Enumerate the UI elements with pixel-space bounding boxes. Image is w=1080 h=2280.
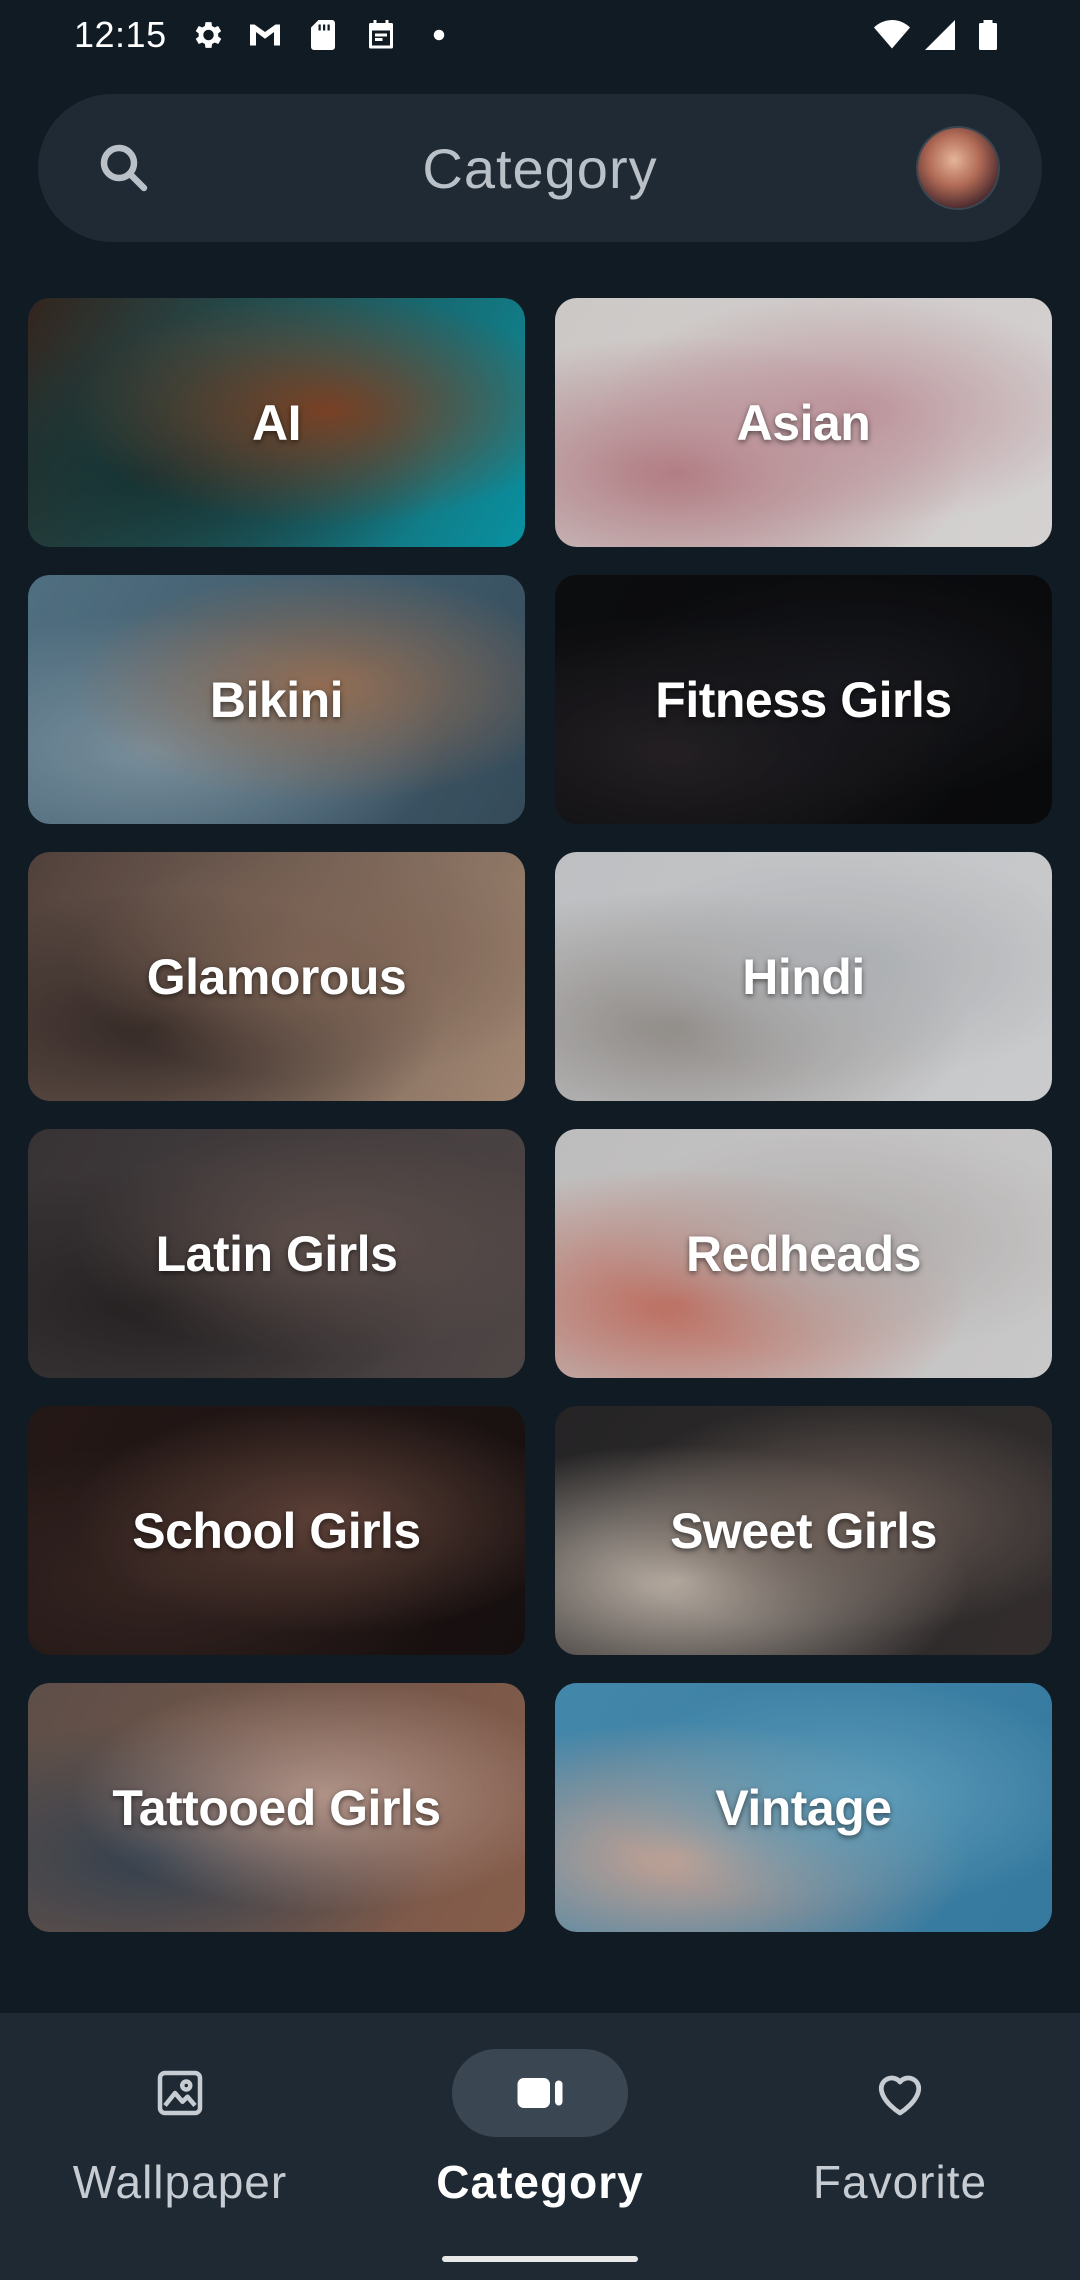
- image-icon: [157, 2070, 203, 2116]
- category-tile-ai[interactable]: AI: [28, 298, 525, 547]
- home-indicator: [442, 2256, 638, 2262]
- category-tile-fitness-girls[interactable]: Fitness Girls: [555, 575, 1052, 824]
- category-tile-asian[interactable]: Asian: [555, 298, 1052, 547]
- category-tile-school-girls[interactable]: School Girls: [28, 1406, 525, 1655]
- bottom-nav: Wallpaper Category Favorite: [0, 2013, 1080, 2280]
- nav-icon-container: [812, 2049, 988, 2137]
- wifi-icon: [874, 17, 910, 53]
- category-label: Tattooed Girls: [112, 1779, 441, 1836]
- category-label: AI: [252, 394, 302, 451]
- category-tile-hindi[interactable]: Hindi: [555, 852, 1052, 1101]
- page-title: Category: [422, 136, 658, 200]
- category-label: Sweet Girls: [670, 1502, 937, 1559]
- nav-label-category: Category: [436, 2156, 644, 2208]
- avatar[interactable]: [916, 126, 1000, 210]
- nav-label-wallpaper: Wallpaper: [72, 2156, 288, 2208]
- nav-item-category[interactable]: Category: [360, 2013, 720, 2280]
- status-icons-right: [874, 17, 1006, 53]
- category-grid: AI Asian Bikini Fitness Girls Glamorous Hindi…: [28, 298, 1052, 1932]
- sd-card-icon: [305, 17, 341, 53]
- category-tile-bikini[interactable]: Bikini: [28, 575, 525, 824]
- category-label: Latin Girls: [155, 1225, 398, 1282]
- category-tile-glamorous[interactable]: Glamorous: [28, 852, 525, 1101]
- category-tile-sweet-girls[interactable]: Sweet Girls: [555, 1406, 1052, 1655]
- category-tile-redheads[interactable]: Redheads: [555, 1129, 1052, 1378]
- search-bar[interactable]: Category: [38, 94, 1042, 242]
- category-label: Hindi: [742, 948, 865, 1005]
- dot-icon: [421, 17, 457, 53]
- nav-item-wallpaper[interactable]: Wallpaper: [0, 2013, 360, 2280]
- category-label: Fitness Girls: [655, 671, 952, 728]
- category-tile-vintage[interactable]: Vintage: [555, 1683, 1052, 1932]
- battery-icon: [970, 17, 1006, 53]
- nav-icon-container: [452, 2049, 628, 2137]
- status-bar: 12:15: [0, 0, 1080, 70]
- nav-label-favorite: Favorite: [812, 2156, 988, 2208]
- calendar-icon: [363, 17, 399, 53]
- category-label: Vintage: [715, 1779, 892, 1836]
- category-tile-latin-girls[interactable]: Latin Girls: [28, 1129, 525, 1378]
- category-label: Bikini: [209, 671, 344, 728]
- status-icons-left: [189, 17, 457, 53]
- heart-icon: [878, 2075, 922, 2116]
- nav-item-favorite[interactable]: Favorite: [720, 2013, 1080, 2280]
- category-label: Asian: [736, 394, 871, 451]
- category-label: School Girls: [132, 1502, 421, 1559]
- search-icon[interactable]: [94, 138, 154, 198]
- signal-icon: [922, 17, 958, 53]
- gear-icon: [189, 17, 225, 53]
- gmail-icon: [247, 17, 283, 53]
- category-label: Redheads: [686, 1225, 921, 1282]
- category-tile-tattooed-girls[interactable]: Tattooed Girls: [28, 1683, 525, 1932]
- category-icon: [517, 2078, 563, 2108]
- nav-icon-container: [92, 2049, 268, 2137]
- category-label: Glamorous: [146, 948, 407, 1005]
- status-time: 12:15: [74, 14, 167, 55]
